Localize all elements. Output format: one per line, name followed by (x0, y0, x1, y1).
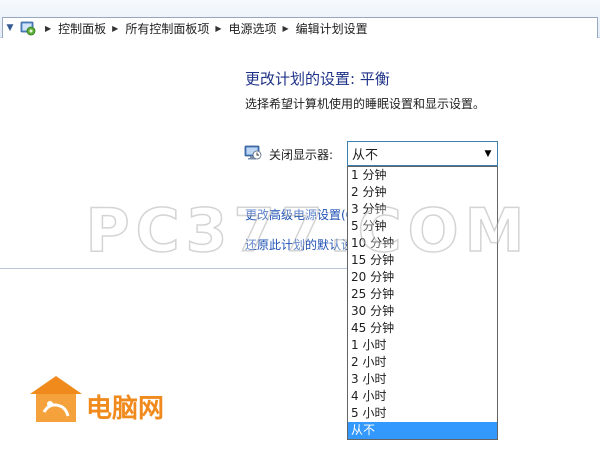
dropdown-option[interactable]: 2 小时 (348, 354, 497, 371)
breadcrumb-power-options[interactable]: 电源选项 (229, 20, 277, 37)
dropdown-option[interactable]: 25 分钟 (348, 286, 497, 303)
dropdown-option[interactable]: 10 分钟 (348, 235, 497, 252)
breadcrumb-all-items[interactable]: 所有控制面板项 (125, 20, 209, 37)
dropdown-option[interactable]: 5 小时 (348, 405, 497, 422)
breadcrumb-separator-icon[interactable]: ▶ (112, 24, 118, 33)
breadcrumb-separator-icon[interactable]: ▶ (45, 24, 51, 33)
dropdown-option[interactable]: 45 分钟 (348, 320, 497, 337)
address-bar: ▼ ▶ 控制面板 ▶ 所有控制面板项 ▶ 电源选项 ▶ 编辑计划设置 (0, 0, 600, 38)
breadcrumb-edit-plan[interactable]: 编辑计划设置 (296, 20, 368, 37)
page-title: 更改计划的设置: 平衡 (245, 70, 390, 88)
dropdown-option[interactable]: 3 分钟 (348, 201, 497, 218)
advanced-power-settings-link[interactable]: 更改高级电源设置(C) (245, 206, 347, 223)
dropdown-option[interactable]: 1 分钟 (348, 167, 497, 184)
page-subtitle: 选择希望计算机使用的睡眠设置和显示设置。 (245, 97, 486, 111)
dropdown-option[interactable]: 1 小时 (348, 337, 497, 354)
control-panel-icon (20, 21, 36, 36)
breadcrumb[interactable]: ▼ ▶ 控制面板 ▶ 所有控制面板项 ▶ 电源选项 ▶ 编辑计划设置 (2, 17, 598, 38)
dropdown-option[interactable]: 5 分钟 (348, 218, 497, 235)
restore-defaults-link[interactable]: 还原此计划的默认设置 (245, 236, 347, 253)
breadcrumb-separator-icon[interactable]: ▶ (283, 24, 289, 33)
watermark-logo-text: 电脑网 (86, 394, 165, 424)
turn-off-display-options: 1 分钟 2 分钟 3 分钟 5 分钟 10 分钟 15 分钟 20 分钟 25 分钟 30 分… (347, 166, 498, 440)
house-logo-icon (30, 376, 82, 422)
dropdown-option[interactable]: 20 分钟 (348, 269, 497, 286)
turn-off-display-select[interactable]: 从不 ▼ (347, 141, 498, 166)
dropdown-option[interactable]: 3 小时 (348, 371, 497, 388)
dropdown-arrow-icon[interactable]: ▼ (479, 149, 497, 159)
dropdown-option[interactable]: 从不 (348, 422, 497, 439)
breadcrumb-control-panel[interactable]: 控制面板 (58, 20, 106, 37)
dropdown-option[interactable]: 15 分钟 (348, 252, 497, 269)
turn-off-display-label: 关闭显示器: (269, 148, 334, 162)
dropdown-option[interactable]: 4 小时 (348, 388, 497, 405)
breadcrumb-separator-icon[interactable]: ▶ (215, 24, 221, 33)
recent-locations-chevron-icon[interactable]: ▼ (3, 18, 17, 38)
display-clock-icon (244, 145, 262, 160)
divider (0, 268, 347, 269)
dropdown-option[interactable]: 2 分钟 (348, 184, 497, 201)
dropdown-option[interactable]: 30 分钟 (348, 303, 497, 320)
select-current-value: 从不 (352, 148, 379, 163)
